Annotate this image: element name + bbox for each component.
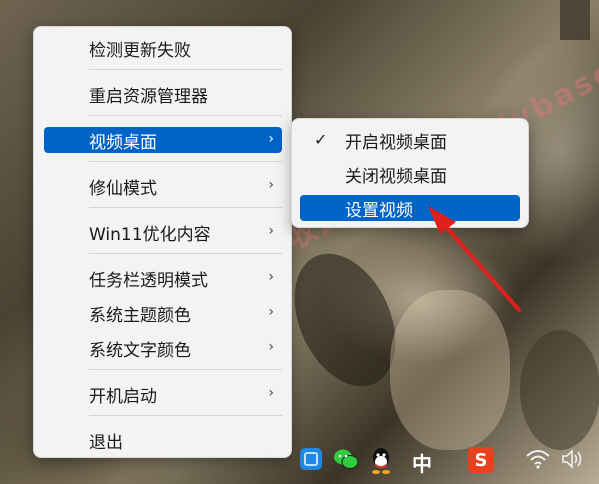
menu-separator (89, 115, 282, 116)
submenu-item-label: 设置视频 (345, 200, 413, 221)
menu-item-label: 系统文字颜色 (89, 340, 191, 361)
submenu-item-label: 开启视频桌面 (345, 132, 447, 153)
menu-separator (89, 161, 282, 162)
menu-separator (89, 69, 282, 70)
tray-context-menu: 检测更新失败 重启资源管理器 视频桌面 › 修仙模式 › Win11优化内容 ›… (33, 26, 292, 458)
chevron-right-icon: › (268, 385, 274, 401)
menu-item-label: Win11优化内容 (89, 224, 211, 245)
chevron-right-icon: › (268, 269, 274, 285)
chevron-right-icon: › (268, 339, 274, 355)
checkmark-icon: ✓ (314, 130, 328, 149)
sogou-icon[interactable]: S (468, 447, 494, 473)
wallpaper-shape (520, 330, 599, 450)
menu-separator (89, 253, 282, 254)
menu-item-video-desktop[interactable]: 视频桌面 › (44, 127, 282, 153)
menu-item-text-color[interactable]: 系统文字颜色 › (44, 335, 282, 361)
menu-item-restart-explorer[interactable]: 重启资源管理器 (44, 81, 282, 107)
menu-item-autostart[interactable]: 开机启动 › (44, 381, 282, 407)
wifi-icon[interactable] (525, 447, 551, 471)
menu-item-label: 重启资源管理器 (89, 86, 208, 107)
menu-separator (89, 415, 282, 416)
menu-item-label: 视频桌面 (89, 132, 157, 153)
volume-icon[interactable] (560, 447, 586, 471)
menu-item-label: 系统主题颜色 (89, 305, 191, 326)
menu-item-check-update[interactable]: 检测更新失败 (44, 35, 282, 61)
chevron-right-icon: › (268, 177, 274, 193)
chevron-right-icon: › (268, 223, 274, 239)
submenu-item-disable-video-desktop[interactable]: 关闭视频桌面 (300, 161, 520, 187)
wechat-icon[interactable] (332, 445, 360, 473)
menu-separator (89, 207, 282, 208)
submenu-item-label: 关闭视频桌面 (345, 166, 447, 187)
menu-item-win11-optimize[interactable]: Win11优化内容 › (44, 219, 282, 245)
qq-icon[interactable] (367, 445, 395, 475)
menu-item-label: 修仙模式 (89, 178, 157, 199)
menu-item-label: 检测更新失败 (89, 40, 191, 61)
wallpaper-shape (390, 290, 510, 450)
menu-item-xiuxian-mode[interactable]: 修仙模式 › (44, 173, 282, 199)
menu-separator (89, 369, 282, 370)
submenu-item-set-video[interactable]: 设置视频 (300, 195, 520, 221)
menu-item-label: 开机启动 (89, 386, 157, 407)
menu-item-theme-color[interactable]: 系统主题颜色 › (44, 300, 282, 326)
show-hidden-icons-chevron[interactable]: ^ (262, 451, 274, 467)
submenu-item-enable-video-desktop[interactable]: ✓ 开启视频桌面 (300, 127, 520, 153)
menu-item-label: 任务栏透明模式 (89, 270, 208, 291)
ime-icon[interactable]: 中 (412, 448, 432, 477)
tray-app-icon[interactable] (297, 445, 325, 473)
chevron-right-icon: › (268, 131, 274, 147)
menu-item-taskbar-transparency[interactable]: 任务栏透明模式 › (44, 265, 282, 291)
video-desktop-submenu: ✓ 开启视频桌面 关闭视频桌面 设置视频 (291, 118, 529, 228)
chevron-right-icon: › (268, 304, 274, 320)
wallpaper-shape (560, 0, 590, 40)
